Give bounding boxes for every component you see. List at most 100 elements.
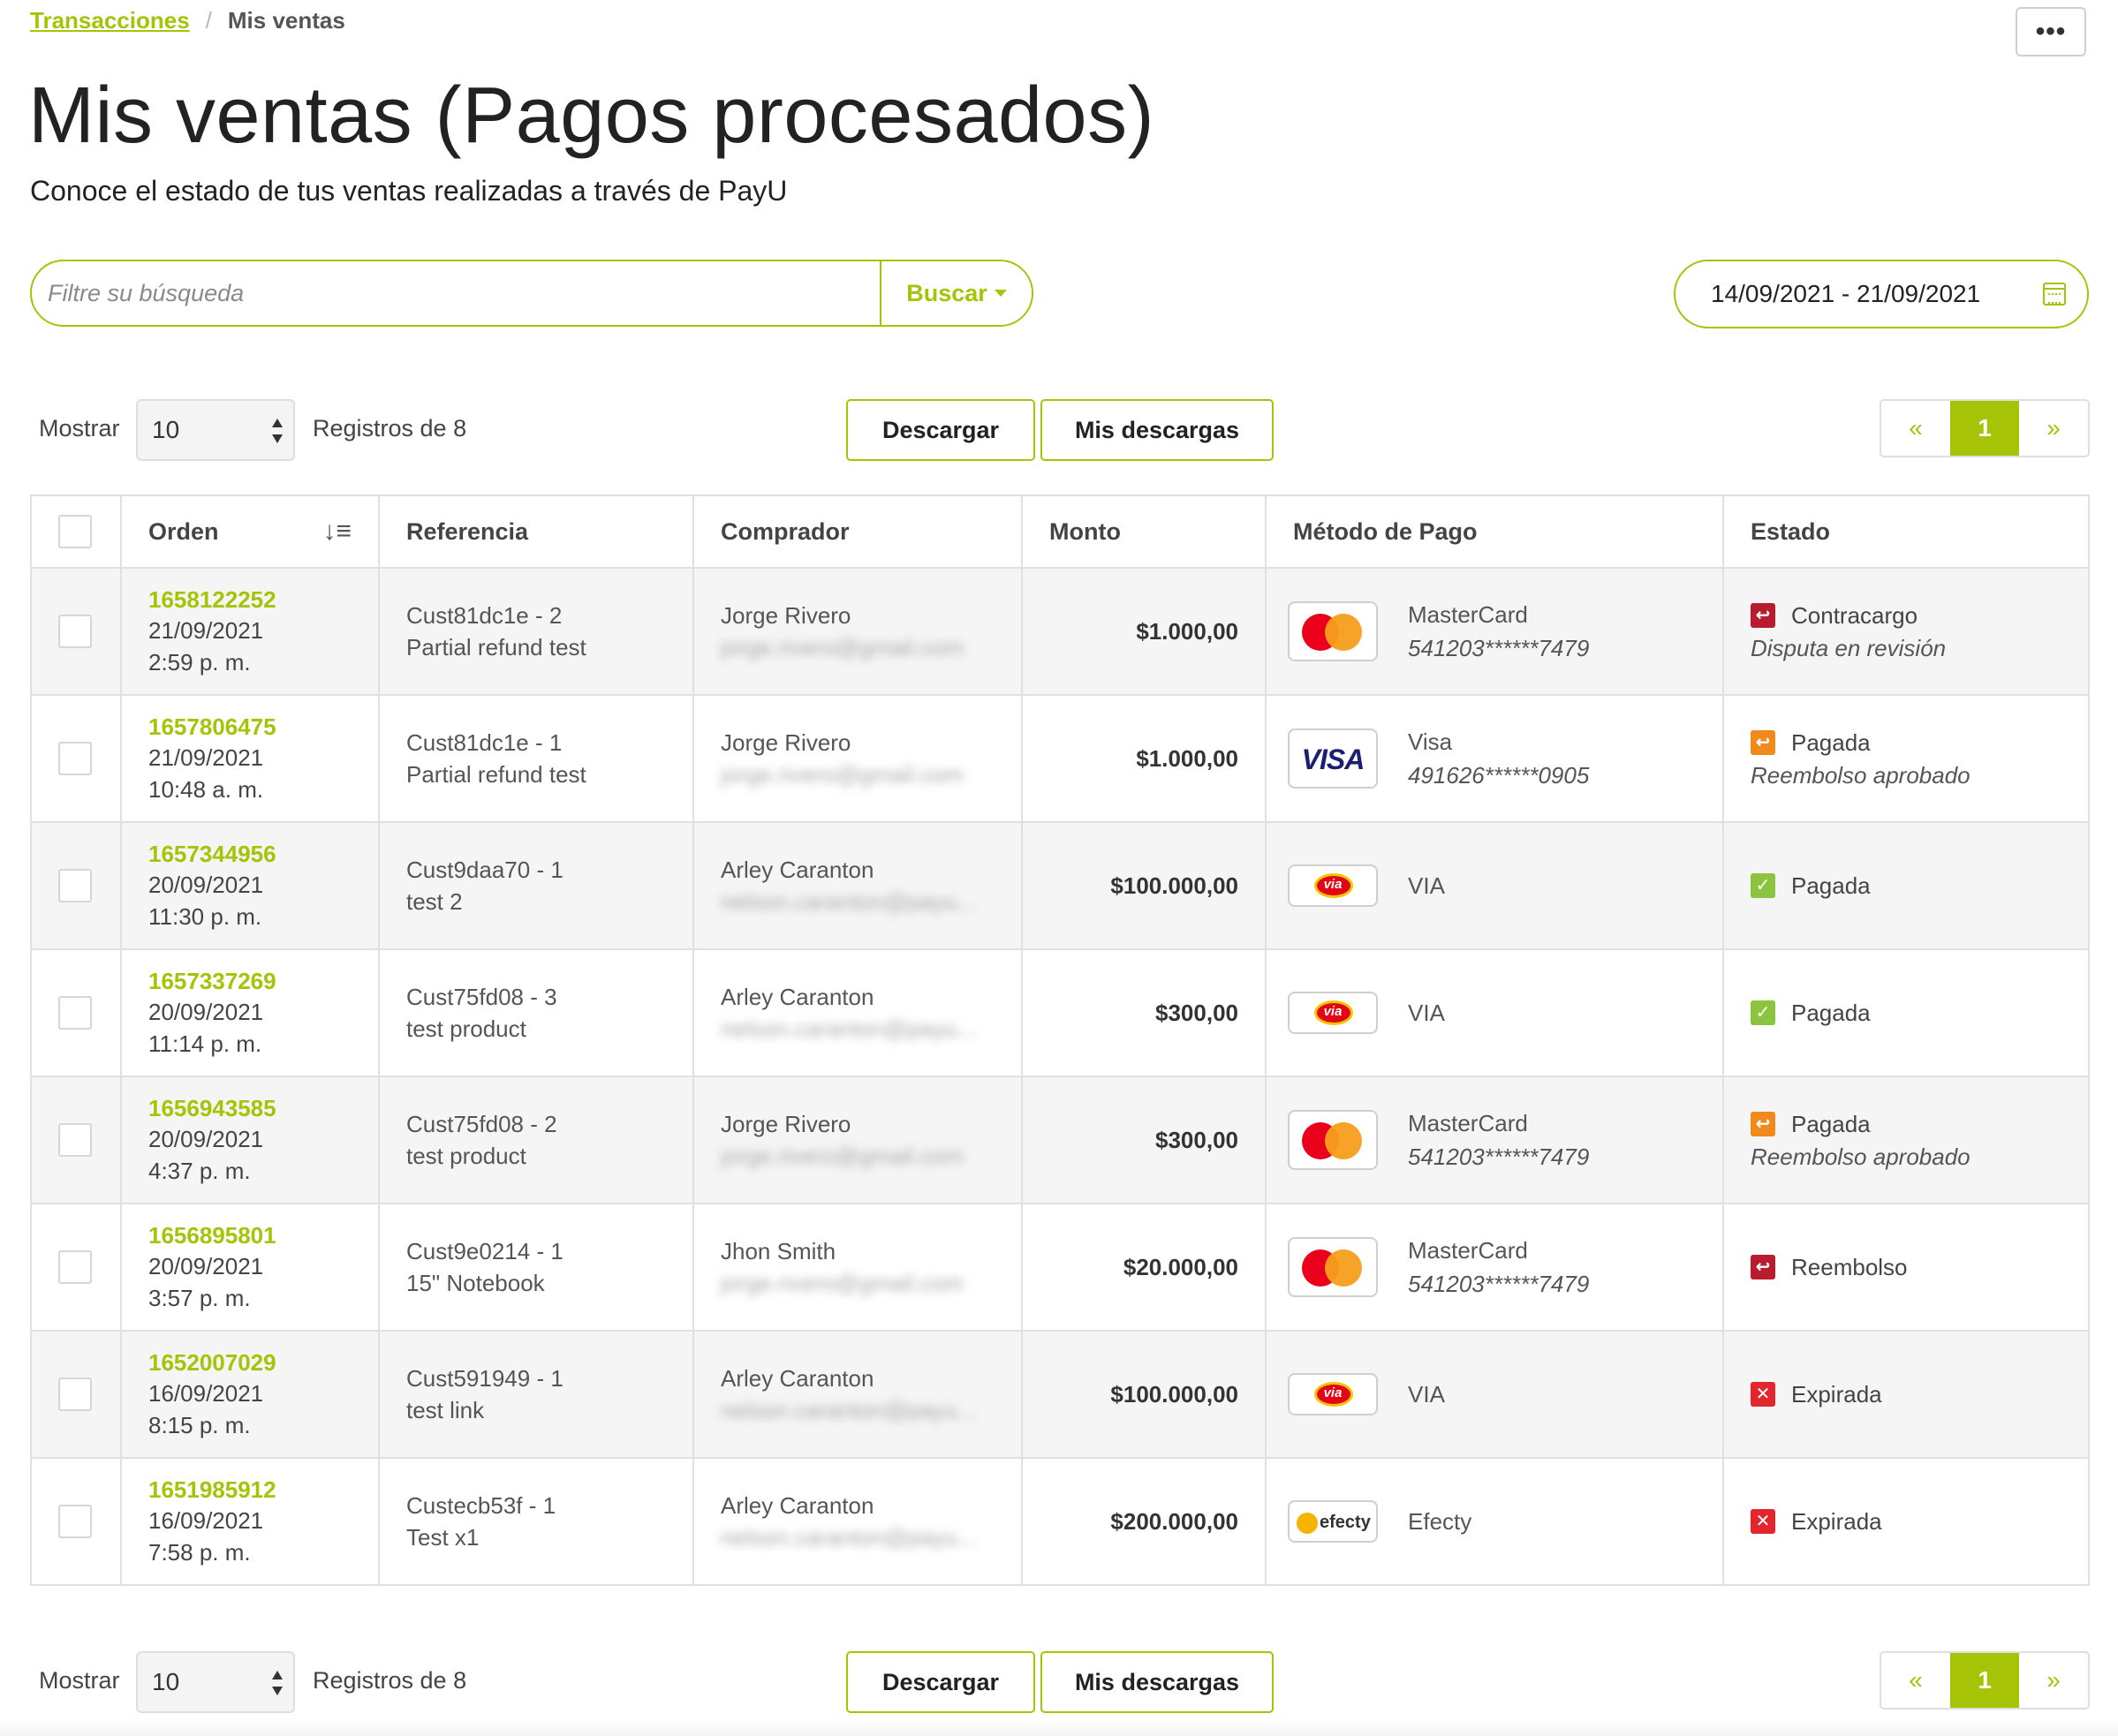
date-range-picker[interactable]: 14/09/2021 - 21/09/2021 bbox=[1674, 260, 2089, 328]
table-row[interactable]: 1652007029 16/09/2021 8:15 p. m. Cust591949… bbox=[30, 1330, 2090, 1459]
order-time: 11:14 p. m. bbox=[148, 1030, 262, 1057]
payment-method-name: MasterCard bbox=[1408, 1110, 1528, 1136]
pagination-prev[interactable]: « bbox=[1881, 1653, 1950, 1708]
status-cell: ↩ Contracargo Disputa en revisión bbox=[1722, 567, 2090, 696]
order-id-link[interactable]: 1652007029 bbox=[148, 1347, 378, 1377]
row-checkbox[interactable] bbox=[58, 1123, 92, 1157]
status-detail: Reembolso aprobado bbox=[1751, 1143, 1970, 1170]
expired-icon: ✕ bbox=[1751, 1509, 1775, 1534]
mastercard-icon bbox=[1288, 1237, 1378, 1297]
calendar-icon[interactable] bbox=[2043, 283, 2066, 306]
reference-description: test product bbox=[406, 1015, 526, 1042]
search-bar: Buscar bbox=[30, 260, 1033, 327]
order-id-link[interactable]: 1657806475 bbox=[148, 712, 378, 742]
order-time: 7:58 p. m. bbox=[148, 1539, 251, 1566]
payment-method-name: Visa bbox=[1408, 728, 1453, 755]
header-order-label: Orden bbox=[148, 517, 219, 545]
status-cell: ✕ Expirada bbox=[1722, 1330, 2090, 1459]
buyer-name: Arley Caranton bbox=[721, 857, 874, 883]
header-payment-method: Método de Pago bbox=[1265, 494, 1724, 569]
sort-desc-icon[interactable]: ↓≡ bbox=[322, 517, 352, 547]
download-button[interactable]: Descargar bbox=[846, 1651, 1035, 1713]
page-size-select[interactable]: 10 bbox=[136, 1651, 295, 1713]
order-time: 2:59 p. m. bbox=[148, 649, 251, 676]
table-controls-top: Mostrar 10 Registros de 8 Descargar Mis … bbox=[0, 399, 2118, 461]
reference-cell: Cust81dc1e - 2 Partial refund test bbox=[378, 567, 694, 696]
select-all-checkbox[interactable] bbox=[58, 515, 92, 548]
more-options-button[interactable]: ••• bbox=[2016, 7, 2086, 57]
order-id-link[interactable]: 1656943585 bbox=[148, 1093, 378, 1123]
order-id-link[interactable]: 1651985912 bbox=[148, 1475, 378, 1505]
order-id-link[interactable]: 1657337269 bbox=[148, 966, 378, 996]
order-id-link[interactable]: 1657344956 bbox=[148, 839, 378, 869]
order-time: 11:30 p. m. bbox=[148, 903, 262, 930]
visa-icon: VISA bbox=[1288, 728, 1378, 789]
select-arrows-icon bbox=[272, 419, 283, 443]
breadcrumb-transacciones-link[interactable]: Transacciones bbox=[30, 7, 190, 34]
page-size-value: 10 bbox=[152, 416, 180, 443]
status-label: Pagada bbox=[1791, 1111, 1871, 1137]
search-input[interactable] bbox=[32, 261, 880, 325]
table-row[interactable]: 1657344956 20/09/2021 11:30 p. m. Cust9daa7… bbox=[30, 821, 2090, 950]
search-button[interactable]: Buscar bbox=[880, 261, 1032, 325]
buyer-email: jorge.rivero@gmail.com bbox=[721, 761, 964, 788]
amount-value: $100.000,00 bbox=[1110, 1380, 1238, 1408]
row-checkbox[interactable] bbox=[58, 1505, 92, 1538]
buyer-cell: Arley Caranton nelson.caranton@payu... bbox=[692, 1457, 1023, 1586]
my-downloads-button[interactable]: Mis descargas bbox=[1040, 399, 1274, 461]
page-size-select[interactable]: 10 bbox=[136, 399, 295, 461]
pagination: « 1 » bbox=[1880, 399, 2090, 457]
amount-value: $1.000,00 bbox=[1136, 744, 1238, 772]
order-date: 20/09/2021 bbox=[148, 999, 264, 1025]
amount-cell: $100.000,00 bbox=[1021, 821, 1267, 950]
pagination-next[interactable]: » bbox=[2019, 401, 2088, 456]
table-row[interactable]: 1656943585 20/09/2021 4:37 p. m. Cust75fd08… bbox=[30, 1076, 2090, 1204]
table-row[interactable]: 1656895801 20/09/2021 3:57 p. m. Cust9e0214… bbox=[30, 1203, 2090, 1332]
buyer-name: Jorge Rivero bbox=[721, 1111, 851, 1137]
buyer-email: nelson.caranton@payu... bbox=[721, 1397, 977, 1423]
pagination-page-1[interactable]: 1 bbox=[1950, 1653, 2019, 1708]
page-footer bbox=[0, 1718, 2118, 1736]
row-checkbox[interactable] bbox=[58, 1377, 92, 1411]
payment-method-name: VIA bbox=[1408, 1000, 1445, 1026]
search-button-label: Buscar bbox=[906, 279, 987, 306]
download-button[interactable]: Descargar bbox=[846, 399, 1035, 461]
table-row[interactable]: 1657806475 21/09/2021 10:48 a. m. Cust81dc1… bbox=[30, 694, 2090, 823]
amount-value: $1.000,00 bbox=[1136, 617, 1238, 645]
header-order[interactable]: Orden ↓≡ bbox=[120, 494, 380, 569]
my-downloads-button[interactable]: Mis descargas bbox=[1040, 1651, 1274, 1713]
pagination-next[interactable]: » bbox=[2019, 1653, 2088, 1708]
order-date: 16/09/2021 bbox=[148, 1380, 264, 1407]
table-row[interactable]: 1658122252 21/09/2021 2:59 p. m. Cust81dc1e… bbox=[30, 567, 2090, 696]
buyer-name: Jhon Smith bbox=[721, 1238, 836, 1264]
order-cell: 1657806475 21/09/2021 10:48 a. m. bbox=[120, 694, 380, 823]
refund-icon: ↩ bbox=[1751, 1255, 1775, 1279]
payment-method-cell: MasterCard 541203******7479 bbox=[1265, 1203, 1724, 1332]
reference-cell: Cust75fd08 - 3 test product bbox=[378, 948, 694, 1077]
pagination-page-1[interactable]: 1 bbox=[1950, 401, 2019, 456]
reference-description: Test x1 bbox=[406, 1524, 480, 1551]
card-number: 541203******7479 bbox=[1408, 635, 1590, 661]
buyer-email: jorge.rivero@gmail.com bbox=[721, 634, 964, 660]
status-label: Contracargo bbox=[1791, 602, 1918, 629]
status-cell: ↩ Reembolso bbox=[1722, 1203, 2090, 1332]
buyer-name: Jorge Rivero bbox=[721, 602, 851, 629]
order-id-link[interactable]: 1656895801 bbox=[148, 1220, 378, 1250]
row-checkbox[interactable] bbox=[58, 615, 92, 648]
row-checkbox[interactable] bbox=[58, 996, 92, 1030]
row-checkbox[interactable] bbox=[58, 869, 92, 902]
chargeback-icon: ↩ bbox=[1751, 603, 1775, 628]
order-date: 16/09/2021 bbox=[148, 1507, 264, 1534]
order-id-link[interactable]: 1658122252 bbox=[148, 585, 378, 615]
row-checkbox[interactable] bbox=[58, 742, 92, 775]
pagination-prev[interactable]: « bbox=[1881, 401, 1950, 456]
table-row[interactable]: 1651985912 16/09/2021 7:58 p. m. Custecb53f… bbox=[30, 1457, 2090, 1586]
order-date: 21/09/2021 bbox=[148, 744, 264, 771]
row-checkbox[interactable] bbox=[58, 1250, 92, 1284]
via-icon: via bbox=[1288, 864, 1378, 907]
show-label: Mostrar bbox=[39, 415, 120, 442]
buyer-cell: Jorge Rivero jorge.rivero@gmail.com bbox=[692, 1076, 1023, 1204]
caret-down-icon bbox=[994, 290, 1007, 297]
amount-value: $200.000,00 bbox=[1110, 1507, 1238, 1535]
table-row[interactable]: 1657337269 20/09/2021 11:14 p. m. Cust75fd0… bbox=[30, 948, 2090, 1077]
